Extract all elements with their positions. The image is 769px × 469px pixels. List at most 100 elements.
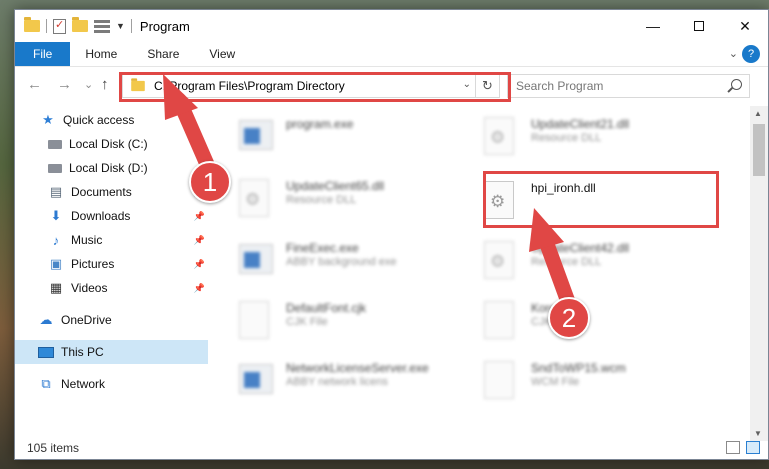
sidebar-item-label: Music — [71, 233, 103, 247]
file-name: FineExec.exe — [286, 241, 359, 255]
recent-locations-button[interactable]: ⌄ — [84, 78, 93, 91]
sidebar-item-label: This PC — [61, 345, 104, 359]
network-icon: ⧉ — [41, 376, 51, 391]
sidebar-item-videos[interactable]: ▦ Videos 📌 — [15, 276, 208, 300]
pin-icon[interactable]: 📌 — [194, 211, 205, 222]
toolbar-divider — [46, 19, 47, 33]
up-button[interactable]: ↑ — [101, 76, 109, 93]
pin-icon[interactable]: 📌 — [194, 139, 205, 150]
computer-icon — [38, 346, 54, 358]
sidebar-item-local-disk-c[interactable]: Local Disk (C:) 📌 — [15, 132, 208, 156]
file-name: UpdateClient21.dll — [531, 117, 630, 131]
maximize-button[interactable] — [676, 10, 722, 42]
sidebar-item-label: Pictures — [71, 257, 115, 271]
sidebar-item-label: Local Disk (C:) — [69, 137, 148, 151]
gear-icon — [484, 241, 514, 279]
app-icon — [239, 120, 273, 150]
sidebar-item-label: Quick access — [63, 113, 135, 127]
view-toggles — [726, 441, 760, 454]
tab-share[interactable]: Share — [132, 42, 194, 66]
file-description: CJK File — [286, 316, 328, 328]
search-input[interactable] — [508, 79, 718, 93]
close-button[interactable]: ✕ — [722, 10, 768, 42]
expand-ribbon-icon[interactable]: ⌄ — [729, 47, 738, 60]
sidebar-item-pictures[interactable]: ▣ Pictures 📌 — [15, 252, 208, 276]
file-icon — [484, 301, 514, 339]
file-icon — [484, 361, 514, 399]
new-folder-icon[interactable] — [72, 17, 88, 32]
pin-icon[interactable]: 📌 — [194, 283, 205, 294]
minimize-button[interactable]: — — [630, 10, 676, 42]
file-description: WCM File — [531, 376, 580, 388]
scrollbar-thumb[interactable] — [753, 124, 765, 176]
details-view-icon[interactable] — [726, 441, 740, 454]
back-button[interactable]: ← — [27, 76, 42, 93]
scroll-up-icon[interactable]: ▲ — [754, 109, 762, 118]
file-item[interactable]: UpdateClient65.dll Resource DLL — [239, 174, 469, 224]
pin-icon[interactable]: 📌 — [194, 259, 205, 270]
sidebar-item-onedrive[interactable]: ☁ OneDrive — [15, 308, 208, 332]
file-description: Resource DLL — [531, 256, 602, 268]
file-item[interactable]: SndToWP15.wcm WCM File — [484, 356, 714, 406]
drive-icon — [48, 139, 62, 149]
star-icon: ★ — [42, 112, 54, 127]
file-description: ABBY background exe — [286, 256, 397, 268]
sidebar-item-label: Documents — [71, 185, 132, 199]
sidebar-item-label: OneDrive — [61, 313, 112, 327]
file-highlight — [483, 171, 719, 228]
quick-access-toolbar: ▼ — [15, 17, 132, 34]
file-item[interactable]: UpdateClient42.dll Resource DLL — [484, 236, 714, 286]
search-icon[interactable] — [731, 79, 742, 90]
window-controls: — ✕ — [630, 10, 768, 42]
file-description: Resource DLL — [531, 132, 602, 144]
documents-icon: ▤ — [49, 184, 63, 199]
vertical-scrollbar[interactable]: ▲ ▼ — [750, 106, 768, 441]
videos-icon: ▦ — [49, 280, 63, 295]
sidebar-item-network[interactable]: ⧉ Network — [15, 372, 208, 396]
title-bar: ▼ Program — ✕ — [15, 10, 768, 42]
gear-icon — [484, 117, 514, 155]
tab-view[interactable]: View — [194, 42, 250, 66]
file-icon — [239, 301, 269, 339]
file-description: ABBY network licens — [286, 376, 388, 388]
file-item[interactable]: FineExec.exe ABBY background exe — [239, 236, 469, 286]
properties-icon[interactable] — [53, 18, 66, 34]
tab-home[interactable]: Home — [70, 42, 132, 66]
app-icon — [239, 364, 273, 394]
pin-icon[interactable]: 📌 — [194, 235, 205, 246]
gear-icon — [239, 179, 269, 217]
address-highlight — [119, 72, 511, 102]
search-box[interactable] — [507, 74, 750, 98]
file-description: Resource DLL — [286, 194, 357, 206]
sidebar-item-local-disk-d[interactable]: Local Disk (D:) 📌 — [15, 156, 208, 180]
sidebar-item-music[interactable]: ♪ Music 📌 — [15, 228, 208, 252]
sidebar-item-label: Videos — [71, 281, 108, 295]
sidebar-item-quick-access[interactable]: ★ Quick access — [15, 108, 208, 132]
file-name: UpdateClient65.dll — [286, 179, 385, 193]
file-name: NetworkLicenseServer.exe — [286, 361, 429, 375]
customize-dropdown-icon[interactable]: ▼ — [116, 21, 125, 31]
file-item[interactable]: DefaultFont.cjk CJK File — [239, 296, 469, 346]
step-1-badge: 1 — [189, 161, 231, 203]
toolbar-divider — [130, 19, 132, 33]
customize-view-icon[interactable] — [94, 19, 110, 33]
large-icons-view-icon[interactable] — [746, 441, 760, 454]
sidebar-item-downloads[interactable]: ⬇ Downloads 📌 — [15, 204, 208, 228]
sidebar-item-this-pc[interactable]: This PC — [15, 340, 208, 364]
forward-button[interactable]: → — [57, 76, 72, 93]
music-icon: ♪ — [52, 232, 60, 248]
sidebar-item-label: Downloads — [71, 209, 131, 223]
app-icon — [239, 244, 273, 274]
cloud-icon: ☁ — [39, 312, 53, 327]
sidebar-item-documents[interactable]: ▤ Documents 📌 — [15, 180, 208, 204]
file-name: SndToWP15.wcm — [531, 361, 626, 375]
help-icon[interactable]: ? — [742, 45, 760, 63]
file-item[interactable]: NetworkLicenseServer.exe ABBY network li… — [239, 356, 469, 406]
file-item[interactable]: program.exe — [239, 112, 469, 162]
ribbon-tabs: File Home Share View ⌄ ? — [15, 42, 768, 67]
tab-file[interactable]: File — [15, 42, 71, 66]
file-list: program.exe UpdateClient21.dll Resource … — [212, 106, 742, 441]
file-item[interactable]: Korea.cjk CJK File — [484, 296, 714, 346]
file-item[interactable]: UpdateClient21.dll Resource DLL — [484, 112, 714, 162]
file-explorer-window: ▼ Program — ✕ File Home Share View ⌄ ? ←… — [14, 9, 769, 460]
